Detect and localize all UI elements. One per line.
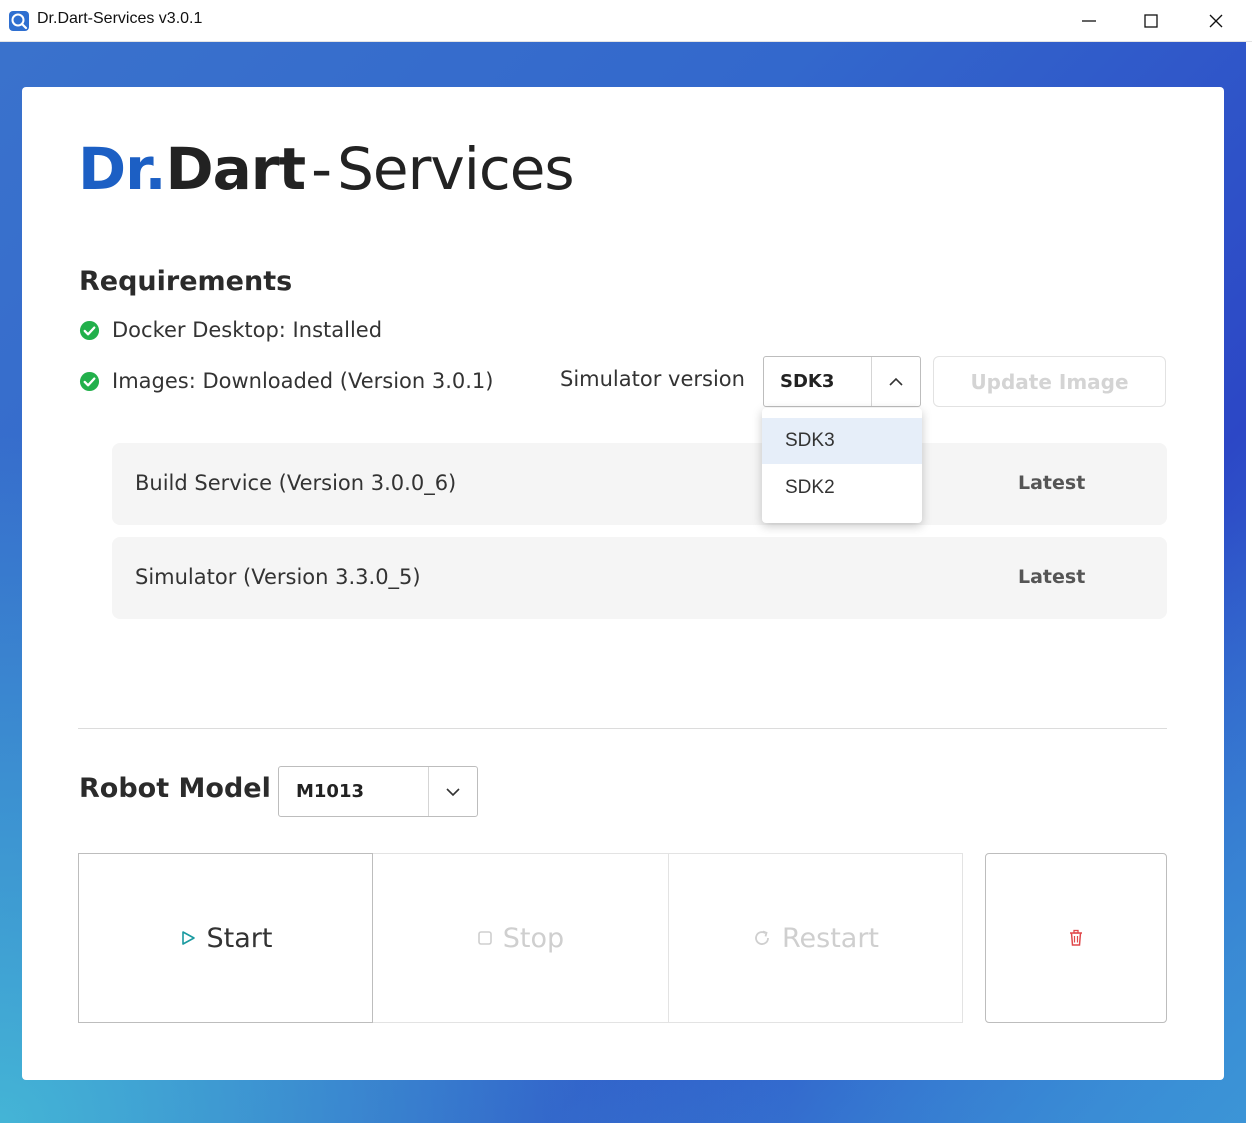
section-divider [78,728,1167,729]
title-bar: Dr.Dart-Services v3.0.1 [0,0,1252,42]
service-name: Simulator (Version 3.3.0_5) [135,565,421,589]
robot-model-heading: Robot Model [79,773,271,804]
requirements-heading: Requirements [79,266,293,297]
window-edge [1246,42,1252,1125]
window-title: Dr.Dart-Services v3.0.1 [37,10,203,27]
requirement-label: Docker Desktop: Installed [112,318,383,342]
maximize-icon [1144,14,1158,28]
service-status: Latest [1018,566,1086,588]
close-icon [1209,14,1223,28]
select-divider [871,357,872,406]
stop-label: Stop [502,922,565,954]
requirement-images: Images: Downloaded (Version 3.0.1) [79,369,494,393]
robot-model-value: M1013 [296,781,365,802]
brand-logo: Dr.Dart - Services [78,135,575,203]
start-button[interactable]: Start [78,853,373,1023]
chevron-up-icon [889,377,903,386]
stop-icon [477,931,492,945]
service-status: Latest [1018,472,1086,494]
start-label: Start [206,922,273,954]
check-circle-icon [79,320,100,340]
robot-model-select[interactable]: M1013 [278,766,478,817]
select-divider [428,767,429,816]
app-logo-icon [9,11,29,31]
trash-icon [1070,929,1082,946]
restart-label: Restart [781,922,880,954]
close-button[interactable] [1193,0,1239,42]
maximize-button[interactable] [1128,0,1174,42]
service-row-build: Build Service (Version 3.0.0_6) Latest [112,443,1167,525]
chevron-down-icon [446,788,460,797]
simulator-version-label: Simulator version [560,367,745,391]
service-name: Build Service (Version 3.0.0_6) [135,471,457,495]
service-row-simulator: Simulator (Version 3.3.0_5) Latest [112,537,1167,619]
restart-button[interactable]: Restart [669,853,963,1023]
minimize-button[interactable] [1066,0,1112,42]
dropdown-option-sdk3[interactable]: SDK3 [762,418,922,464]
play-icon [181,931,195,945]
restart-icon [755,930,769,945]
service-control-group: Start Stop Restart [78,853,963,1023]
requirement-label: Images: Downloaded (Version 3.0.1) [112,369,494,393]
update-image-button[interactable]: Update Image [933,356,1166,407]
simulator-version-value: SDK3 [780,371,835,392]
simulator-version-select[interactable]: SDK3 [763,356,921,407]
delete-button[interactable] [985,853,1167,1023]
requirement-docker: Docker Desktop: Installed [79,318,382,342]
simulator-version-dropdown: SDK3 SDK2 [762,408,922,523]
stop-button[interactable]: Stop [373,853,669,1023]
check-circle-icon [79,371,100,391]
minimize-icon [1082,20,1096,22]
dropdown-option-sdk2[interactable]: SDK2 [762,465,922,511]
